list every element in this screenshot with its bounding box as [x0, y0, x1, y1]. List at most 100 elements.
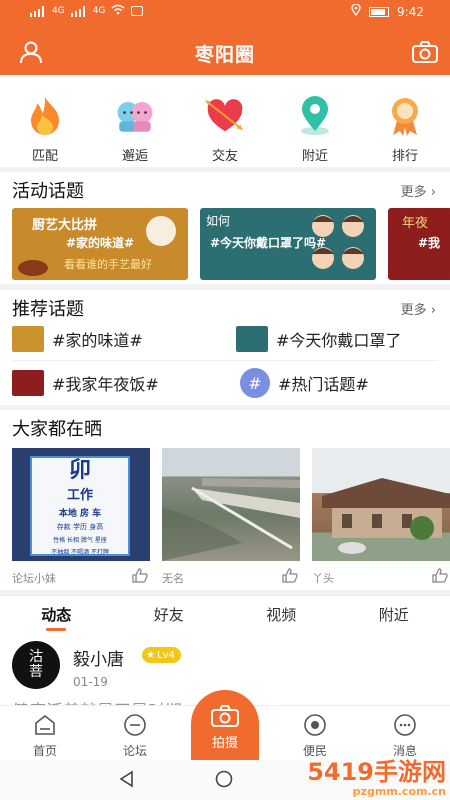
like-icon[interactable]	[282, 568, 298, 586]
topic-item[interactable]: # #热门话题#	[240, 368, 369, 398]
location-status-icon	[351, 3, 361, 19]
back-icon[interactable]	[118, 770, 136, 792]
activity-more-link[interactable]: 更多 ›	[401, 181, 436, 200]
photo-image	[312, 448, 450, 561]
like-icon[interactable]	[132, 568, 148, 586]
photo-author: 论坛小妹	[12, 572, 56, 585]
photo-image	[162, 448, 300, 561]
banner-tag: #家的味道#	[65, 236, 135, 250]
camera-icon	[211, 705, 239, 727]
sign-board: 卯 工作 本地 房 车 存款 学历 身高 性格 长相 脾气 星座 不抽烟 不喝酒…	[30, 456, 130, 556]
quick-ranking[interactable]: 排行	[360, 75, 450, 167]
nav-forum[interactable]: 论坛	[90, 706, 180, 760]
capture-label: 拍摄	[211, 736, 238, 751]
topic-text: #家的味道#	[52, 331, 143, 350]
quick-label: 邂逅	[121, 149, 148, 164]
page-title: 枣阳圈	[194, 44, 255, 66]
banner-headline: 厨艺大比拼	[32, 218, 98, 233]
quick-encounter[interactable]: 邂逅	[90, 75, 180, 167]
camera-button[interactable]	[410, 38, 440, 66]
food-image	[18, 260, 48, 276]
flame-icon	[24, 95, 66, 137]
section-title: 推荐话题	[12, 299, 84, 320]
avatar[interactable]: 沽 菩	[12, 641, 60, 689]
banner-tag: #今天你戴口罩了吗#	[210, 236, 327, 250]
activity-banner[interactable]: 厨艺大比拼 #家的味道# 看看谁的手艺最好	[12, 208, 188, 280]
topic-text: #我家年夜饭#	[52, 375, 159, 394]
photo-author: 丫头	[312, 572, 334, 585]
topic-text: #今天你戴口罩了	[276, 331, 402, 350]
notification-icon	[131, 6, 144, 16]
network-label: 4G	[52, 6, 65, 16]
quick-entry-bar: 匹配 邂逅 交友 附近 排行	[0, 75, 450, 167]
battery-icon	[369, 6, 390, 17]
watermark: 5419手游网 pzgmm.com.cn	[307, 752, 446, 798]
network-label-2: 4G	[92, 6, 106, 16]
chevron-right-icon: ›	[430, 185, 436, 200]
everyone-sharing-section: 大家都在晒 卯 工作 本地 房 车 存款 学历 身高 性格 长相 脾气 星座 不…	[0, 410, 450, 590]
camera-icon	[412, 41, 438, 63]
topic-item[interactable]: #我家年夜饭#	[12, 370, 159, 396]
photo-card[interactable]: 丫头	[312, 448, 450, 589]
topic-thumbnail	[12, 370, 44, 396]
activity-topics-section: 活动话题 更多 › 厨艺大比拼 #家的味道# 看看谁的手艺最好 如何 #今天你戴…	[0, 172, 450, 284]
service-icon	[302, 712, 328, 738]
tab-video[interactable]: 视频	[225, 596, 338, 635]
level-badge: ★ Lv4	[142, 647, 181, 663]
app-screen: 4G 4G 9:42 枣阳圈 匹配 邂逅 交友 附近 排行 活动话题 更多 › …	[0, 0, 450, 800]
topic-thumbnail	[236, 326, 268, 352]
quick-match[interactable]: 匹配	[0, 75, 90, 167]
recommend-more-link[interactable]: 更多 ›	[401, 299, 436, 318]
divider	[12, 360, 438, 361]
post-date: 01-19	[73, 675, 108, 689]
signal-icon-2	[70, 5, 87, 17]
location-pin-icon	[294, 95, 336, 137]
quick-label: 匹配	[31, 149, 58, 164]
quick-nearby[interactable]: 附近	[270, 75, 360, 167]
watermark-brand: 5419手游网	[307, 758, 446, 786]
photo-image: 卯 工作 本地 房 车 存款 学历 身高 性格 长相 脾气 星座 不抽烟 不喝酒…	[12, 448, 150, 561]
home-circle-icon[interactable]	[215, 770, 233, 792]
topic-item[interactable]: #今天你戴口罩了	[236, 326, 401, 352]
nav-home[interactable]: 首页	[0, 706, 90, 760]
quick-friends[interactable]: 交友	[180, 75, 270, 167]
feed-tabs: 动态 好友 视频 附近	[0, 595, 450, 635]
section-title: 大家都在晒	[12, 419, 102, 440]
clock: 9:42	[397, 4, 424, 19]
activity-banner[interactable]: 年夜 #我	[388, 208, 450, 280]
message-icon	[392, 712, 418, 738]
chevron-right-icon: ›	[430, 303, 436, 318]
quick-label: 交友	[211, 149, 238, 164]
banner-subline: 看看谁的手艺最好	[64, 258, 152, 271]
medal-icon	[384, 95, 426, 137]
banner-headline: 年夜	[402, 216, 429, 231]
nav-capture-button[interactable]: 拍摄	[191, 690, 259, 760]
tab-friends[interactable]: 好友	[113, 596, 226, 635]
banner-tag: #我	[418, 236, 441, 250]
hashtag-icon: #	[240, 368, 270, 398]
tab-nearby[interactable]: 附近	[338, 596, 450, 635]
wifi-icon	[111, 4, 125, 18]
signal-icon	[30, 5, 46, 17]
forum-icon	[122, 712, 148, 738]
home-icon	[32, 712, 58, 738]
app-header: 4G 4G 9:42 枣阳圈	[0, 0, 450, 75]
quick-label: 排行	[391, 149, 418, 164]
banner-headline: 如何	[206, 214, 231, 228]
activity-banner-carousel[interactable]: 厨艺大比拼 #家的味道# 看看谁的手艺最好 如何 #今天你戴口罩了吗# 年夜 #…	[12, 208, 450, 282]
section-title: 活动话题	[12, 181, 84, 202]
tab-dynamic[interactable]: 动态	[0, 596, 113, 635]
heart-arrow-icon	[204, 95, 246, 137]
post-username[interactable]: 毅小唐	[73, 645, 124, 670]
like-icon[interactable]	[432, 568, 448, 586]
recommended-topics-section: 推荐话题 更多 › #家的味道# #今天你戴口罩了 #我家年夜饭# # #热门话…	[0, 290, 450, 405]
photo-carousel[interactable]: 卯 工作 本地 房 车 存款 学历 身高 性格 长相 脾气 星座 不抽烟 不喝酒…	[12, 448, 450, 593]
photo-card[interactable]: 卯 工作 本地 房 车 存款 学历 身高 性格 长相 脾气 星座 不抽烟 不喝酒…	[12, 448, 150, 589]
couple-icon	[114, 95, 156, 137]
photo-card[interactable]: 无名	[162, 448, 300, 589]
activity-banner[interactable]: 如何 #今天你戴口罩了吗#	[200, 208, 376, 280]
topic-text: #热门话题#	[278, 375, 369, 394]
topic-item[interactable]: #家的味道#	[12, 326, 143, 352]
photo-author: 无名	[162, 572, 184, 585]
status-bar: 4G 4G 9:42	[0, 0, 450, 24]
